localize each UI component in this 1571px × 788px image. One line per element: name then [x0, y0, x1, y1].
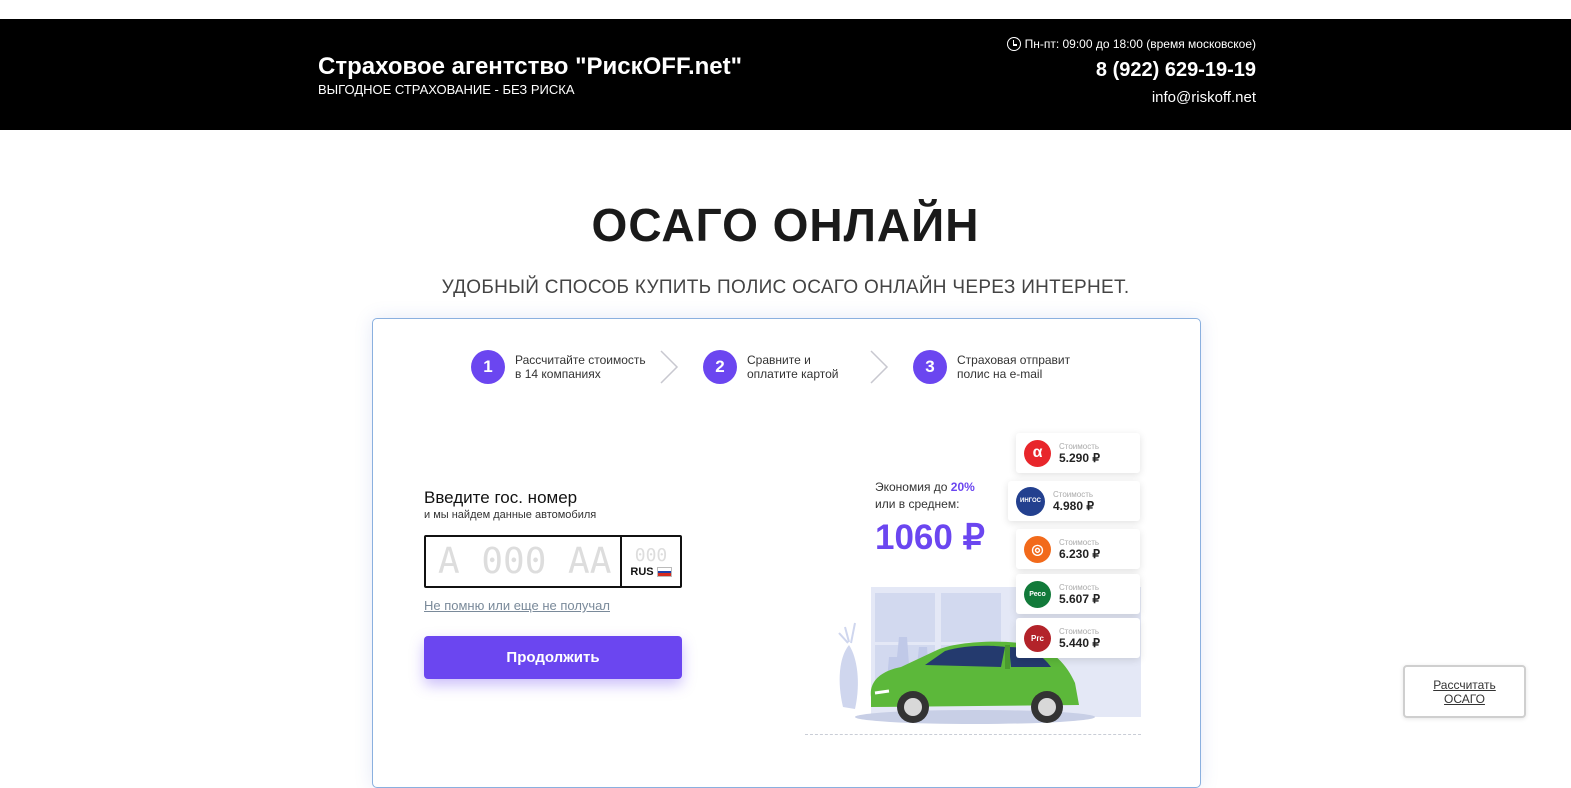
step-text: Сравните и оплатите картой [747, 353, 887, 381]
chevron-right-icon [870, 350, 889, 384]
no-plate-link[interactable]: Не помню или еще не получал [424, 598, 610, 613]
step-line-1: Сравните и [747, 353, 811, 367]
offer-info: Стоимость 5.607 ₽ [1059, 583, 1100, 606]
offer-info: Стоимость 5.290 ₽ [1059, 442, 1100, 465]
chevron-right-icon [660, 350, 679, 384]
step-number: 3 [913, 350, 947, 384]
offer-card: α Стоимость 5.290 ₽ [1016, 433, 1140, 473]
continue-button[interactable]: Продолжить [424, 636, 682, 679]
offer-info: Стоимость 5.440 ₽ [1059, 627, 1100, 650]
offer-price: 4.980 ₽ [1053, 498, 1094, 513]
insurer-logo: Ргс [1024, 624, 1051, 652]
insurer-logo: α [1024, 439, 1051, 467]
step-3: 3 Страховая отправит полис на e-mail [913, 350, 1097, 384]
insurer-logo: ИНГОС [1016, 486, 1045, 516]
step-line-2: полис на e-mail [957, 367, 1043, 381]
offer-card: ИНГОС Стоимость 4.980 ₽ [1008, 481, 1140, 521]
brand-title[interactable]: Страховое агентство "РискOFF.net" [318, 53, 742, 81]
step-line-1: Рассчитайте стоимость [515, 353, 646, 367]
offer-label: Стоимость [1053, 489, 1094, 499]
step-number: 2 [703, 350, 737, 384]
offer-label: Стоимость [1059, 441, 1100, 451]
step-line-1: Страховая отправит [957, 353, 1071, 367]
working-hours: Пн-пт: 09:00 до 18:00 (время московское) [1006, 37, 1256, 51]
step-line-2: оплатите картой [747, 367, 839, 381]
step-number: 1 [471, 350, 505, 384]
offer-label: Стоимость [1059, 582, 1100, 592]
offer-card: Ргс Стоимость 5.440 ₽ [1016, 618, 1140, 658]
offer-price: 5.440 ₽ [1059, 635, 1100, 650]
page-subtitle: УДОБНЫЙ СПОСОБ КУПИТЬ ПОЛИС ОСАГО ОНЛАЙН… [441, 277, 1130, 298]
insurer-logo: Ресо [1024, 580, 1051, 608]
plate-region-input[interactable] [626, 545, 676, 566]
offer-card: ◎ Стоимость 6.230 ₽ [1016, 529, 1140, 569]
plate-number-input[interactable] [426, 537, 620, 586]
brand-subtitle: ВЫГОДНОЕ СТРАХОВАНИЕ - БЕЗ РИСКА [318, 82, 575, 97]
offer-label: Стоимость [1059, 537, 1100, 547]
savings-percent: 20% [950, 480, 975, 494]
calculate-osago-button[interactable]: Рассчитать ОСАГО [1403, 665, 1526, 718]
page-title: ОСАГО ОНЛАЙН [591, 199, 980, 251]
offer-price: 5.290 ₽ [1059, 450, 1100, 465]
offer-card: Ресо Стоимость 5.607 ₽ [1016, 574, 1140, 614]
offer-info: Стоимость 6.230 ₽ [1059, 538, 1100, 561]
plate-region: RUS [620, 537, 680, 586]
offer-info: Стоимость 4.980 ₽ [1053, 490, 1094, 513]
step-text: Рассчитайте стоимость в 14 компаниях [515, 353, 655, 381]
clock-icon [1006, 37, 1021, 51]
step-2: 2 Сравните и оплатите картой [703, 350, 887, 384]
savings-prefix: Экономия до [875, 480, 951, 494]
savings-line-1: Экономия до 20% [875, 479, 975, 496]
step-1: 1 Рассчитайте стоимость в 14 компаниях [471, 350, 655, 384]
email-link[interactable]: info@riskoff.net [1152, 89, 1256, 106]
calc-line-2: ОСАГО [1444, 691, 1485, 706]
divider [805, 734, 1141, 735]
country-code-text: RUS [630, 566, 654, 578]
step-text: Страховая отправит полис на e-mail [957, 353, 1097, 381]
savings-amount: 1060 ₽ [875, 518, 985, 557]
step-line-2: в 14 компаниях [515, 367, 601, 381]
country-code: RUS [630, 566, 672, 578]
license-plate-field: RUS [424, 535, 682, 588]
savings-line-2: или в среднем: [875, 497, 960, 511]
offer-price: 6.230 ₽ [1059, 546, 1100, 561]
site-header: Страховое агентство "РискOFF.net" ВЫГОДН… [0, 19, 1571, 130]
top-strip [0, 0, 1571, 19]
osago-widget: 1 Рассчитайте стоимость в 14 компаниях 2… [372, 318, 1201, 788]
insurer-logo: ◎ [1024, 535, 1051, 563]
offer-label: Стоимость [1059, 626, 1100, 636]
working-hours-text: Пн-пт: 09:00 до 18:00 (время московское) [1024, 37, 1256, 51]
phone-link[interactable]: 8 (922) 629-19-19 [1096, 59, 1256, 82]
savings-text: Экономия до 20% или в среднем: [875, 479, 975, 513]
calc-line-1: Рассчитать [1433, 677, 1496, 692]
plate-form-title: Введите гос. номер [424, 488, 578, 507]
plate-form-hint: и мы найдем данные автомобиля [424, 509, 597, 521]
russia-flag-icon [656, 567, 672, 577]
offer-price: 5.607 ₽ [1059, 591, 1100, 606]
